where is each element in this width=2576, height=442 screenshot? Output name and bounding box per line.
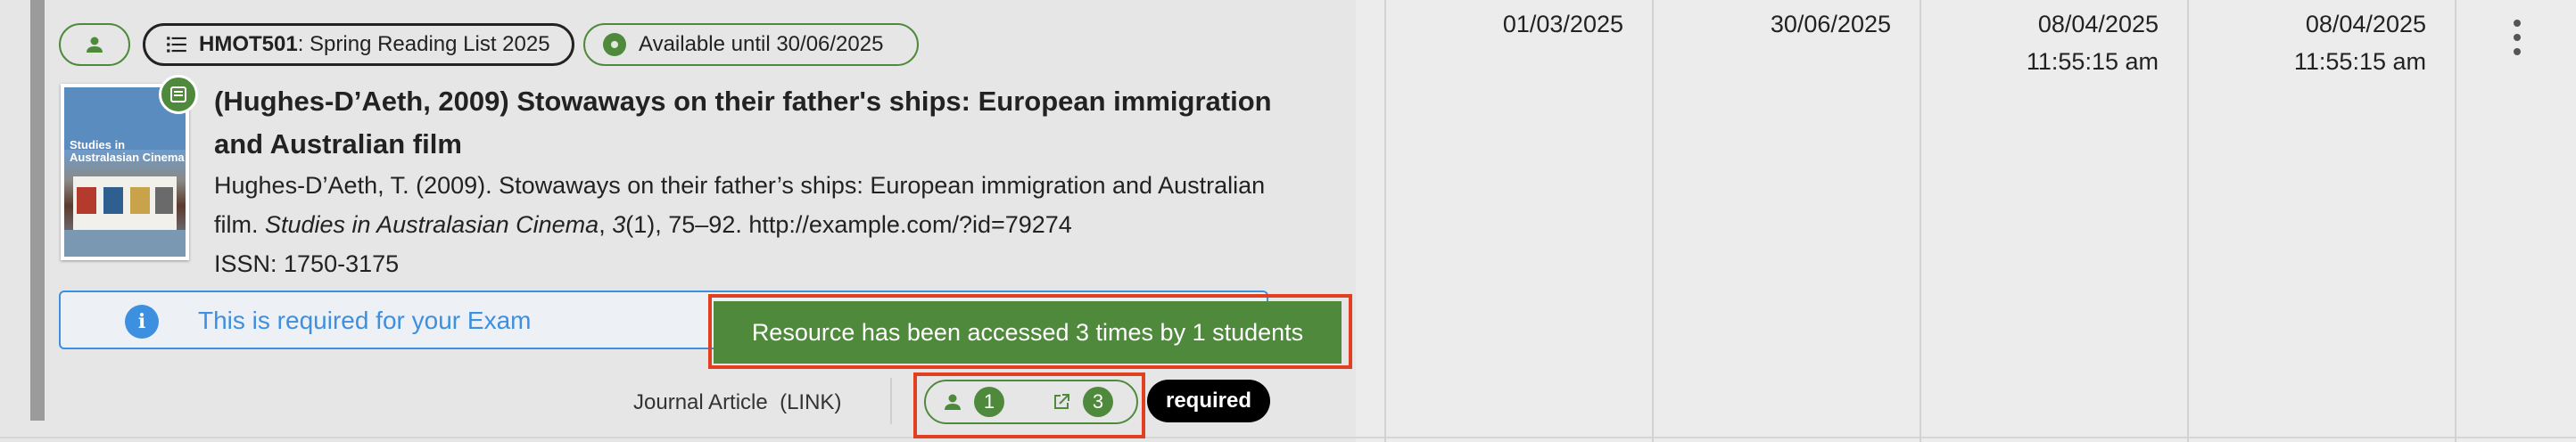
datetime-cell: 08/04/2025 11:55:15 am bbox=[2194, 5, 2426, 80]
column-divider bbox=[2455, 0, 2456, 442]
footer-divider bbox=[890, 378, 892, 424]
citation-separator: , bbox=[599, 211, 613, 238]
article-badge-icon bbox=[159, 75, 198, 114]
citation-volume: 3 bbox=[612, 211, 626, 238]
item-citation: Hughes-D’Aeth, T. (2009). Stowaways on t… bbox=[214, 166, 1284, 244]
reading-list-chip[interactable]: HMOT501: Spring Reading List 2025 bbox=[143, 23, 574, 66]
list-icon bbox=[167, 37, 186, 53]
resource-type-label: Journal Article bbox=[633, 390, 768, 414]
item-issn: ISSN: 1750-3175 bbox=[214, 250, 400, 277]
availability-dot-icon bbox=[603, 33, 626, 56]
column-divider bbox=[1384, 0, 1386, 442]
resource-link-label[interactable]: (LINK) bbox=[780, 390, 841, 414]
date-cell: 30/06/2025 bbox=[1770, 11, 1891, 37]
tooltip-highlight-frame bbox=[708, 294, 1352, 369]
more-options-icon[interactable] bbox=[2510, 20, 2524, 55]
importance-badge: required bbox=[1147, 380, 1270, 422]
date-cell: 01/03/2025 bbox=[1502, 11, 1623, 37]
date-text: 08/04/2025 bbox=[2305, 11, 2426, 37]
datetime-cell: 08/04/2025 11:55:15 am bbox=[1927, 5, 2159, 80]
time-text: 11:55:15 am bbox=[2293, 48, 2426, 75]
column-divider bbox=[2187, 0, 2189, 442]
module-code: HMOT501 bbox=[199, 32, 298, 56]
cover-title-text: Studies in Australasian Cinema bbox=[70, 138, 185, 164]
item-title[interactable]: (Hughes-D’Aeth, 2009) Stowaways on their… bbox=[214, 80, 1284, 166]
stats-highlight-frame bbox=[913, 372, 1145, 438]
row-accent-bar bbox=[30, 0, 45, 421]
person-icon bbox=[87, 37, 103, 53]
student-note-text: This is required for your Exam bbox=[198, 307, 532, 334]
info-icon: i bbox=[125, 305, 159, 339]
availability-chip: Available until 30/06/2025 bbox=[583, 23, 919, 66]
resource-type: Journal Article (LINK) bbox=[633, 390, 841, 415]
module-list-name: : Spring Reading List 2025 bbox=[297, 32, 550, 56]
row-divider bbox=[0, 437, 2576, 438]
availability-text: Available until 30/06/2025 bbox=[639, 32, 884, 56]
citation-rest: (1), 75–92. http://example.com/?id=79274 bbox=[625, 211, 1072, 238]
column-divider bbox=[1920, 0, 1921, 442]
citation-journal: Studies in Australasian Cinema bbox=[265, 211, 599, 238]
date-text: 08/04/2025 bbox=[2037, 11, 2159, 37]
column-divider bbox=[1652, 0, 1654, 442]
student-chip[interactable] bbox=[59, 23, 130, 66]
time-text: 11:55:15 am bbox=[2026, 48, 2159, 75]
cover-art bbox=[64, 87, 186, 257]
